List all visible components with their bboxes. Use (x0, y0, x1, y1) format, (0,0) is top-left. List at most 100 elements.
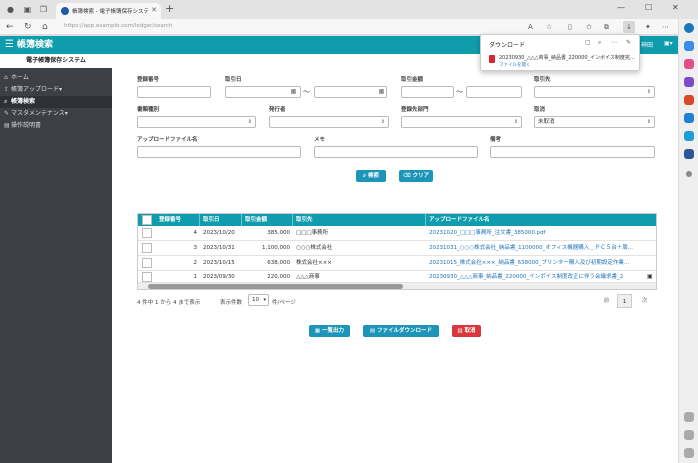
sidebar-item-master[interactable]: ✎ マスタメンテナンス▾ (0, 108, 112, 120)
row-checkbox[interactable] (142, 272, 152, 282)
open-file-link[interactable]: ファイルを開く (499, 62, 531, 68)
pin-icon[interactable]: ✎ (626, 39, 631, 46)
sidebar-layout-icon[interactable] (684, 412, 694, 422)
sidebar-item-label: ホーム (11, 74, 29, 81)
next-page-button[interactable]: 次 (637, 294, 652, 308)
close-window-icon[interactable]: ✕ (672, 2, 679, 14)
cancel-button[interactable]: ▥ 取消 (452, 325, 481, 337)
calendar-icon[interactable]: ▦ (377, 86, 386, 98)
cell-file-link[interactable]: 20231015_株式会社×××_納品書_638000_プリンター購入及び初期設… (429, 256, 655, 271)
home-nav-icon[interactable]: ⌂ (42, 21, 48, 33)
chevron-down-icon: ⇕ (247, 119, 252, 125)
cell-date: 2023/10/31 (203, 245, 235, 251)
clear-button[interactable]: ⌫ クリア (399, 170, 433, 182)
amount-range-separator: 〜 (456, 88, 463, 96)
search-side-icon[interactable] (684, 41, 694, 51)
list-output-button[interactable]: ▦ 一覧出力 (309, 325, 350, 337)
url-field[interactable]: https://app.example.com/ledger/search (64, 23, 173, 29)
table-row[interactable]: 4 2023/10/20 385,000 □□□事務所 20231020_□□□… (138, 226, 656, 241)
page-1-button[interactable]: 1 (617, 294, 632, 308)
user-menu-icon[interactable]: ▣▾ (664, 40, 673, 47)
download-filename[interactable]: 20230930_△△△商事_納品書_220000_インボイス制度完... (499, 54, 635, 61)
close-tab-icon[interactable]: ✕ (151, 6, 157, 14)
upload-file-input[interactable] (137, 146, 301, 158)
chevron-down-icon: ⇕ (646, 89, 651, 95)
search-icon[interactable]: ⌕ (598, 39, 601, 47)
column-partner[interactable]: 取引先 (293, 214, 426, 226)
sidebar-item-upload[interactable]: ⇪ 帳簿アップロード▾ (0, 84, 112, 96)
copy-icon[interactable]: ▣ (647, 271, 656, 283)
remarks-input[interactable] (490, 146, 655, 158)
word-icon[interactable] (684, 149, 694, 159)
column-txn-date[interactable]: 取引日 (200, 214, 242, 226)
partner-select[interactable]: ⇕ (534, 86, 655, 98)
sidebar-item-home[interactable]: ⌂ ホーム (0, 72, 112, 84)
prev-page-button[interactable]: 前 (599, 294, 614, 308)
office-icon[interactable] (684, 95, 694, 105)
doc-type-select[interactable]: ⇕ (137, 116, 256, 128)
folder-icon[interactable]: ▢ (585, 39, 591, 46)
sidebar-item-search[interactable]: ⌕ 帳簿検索 (0, 96, 112, 108)
shopping-icon[interactable] (684, 59, 694, 69)
settings-side-icon[interactable] (684, 448, 694, 458)
refresh-icon[interactable]: ↻ (24, 21, 32, 33)
reg-dept-select[interactable]: ⇕ (401, 116, 522, 128)
table-row[interactable]: 1 2023/09/30 220,000 △△△商事 20230930_△△△商… (138, 271, 656, 283)
column-reg-no[interactable]: 登録番号 (156, 214, 200, 226)
read-aloud-icon[interactable]: A (528, 22, 533, 32)
collections-icon[interactable]: ⧉ (604, 22, 609, 32)
favorites-icon[interactable]: ✩ (586, 22, 592, 32)
workspaces-icon[interactable]: ▣ (22, 4, 33, 15)
favorite-star-icon[interactable]: ☆ (546, 22, 552, 32)
select-all-checkbox[interactable] (142, 215, 152, 225)
reg-dept-label: 登録先部門 (401, 107, 429, 113)
cell-file-link[interactable]: 20230930_△△△商事_納品書_220000_インボイス制度改正に伴う会議… (429, 271, 644, 283)
cell-file-link[interactable]: 20231031_○○○株式会社_納品書_1100000_オフィス機器購入＿ＰＣ… (429, 241, 655, 256)
book-icon: ▤ (4, 122, 10, 129)
minimize-icon[interactable]: — (617, 2, 625, 14)
column-file-name[interactable]: アップロードファイル名 (426, 214, 656, 226)
txn-amount-to-input[interactable] (466, 86, 522, 98)
back-icon[interactable]: ← (6, 21, 14, 33)
tab-actions-icon[interactable]: ❐ (38, 4, 49, 15)
scrollbar-thumb[interactable] (148, 284, 403, 289)
hamburger-menu-icon[interactable]: ☰ (5, 38, 14, 51)
search-button[interactable]: ⌕ 検索 (356, 170, 386, 182)
reg-no-input[interactable] (137, 86, 211, 98)
more-menu-icon[interactable]: ⋯ (662, 22, 669, 32)
cell-file-link[interactable]: 20231020_□□□事務所_注文書_385000.pdf (429, 226, 655, 241)
drop-icon[interactable] (684, 131, 694, 141)
memo-input[interactable] (314, 146, 478, 158)
file-download-button[interactable]: ▤ ファイルダウンロード (363, 325, 439, 337)
cancel-status-select[interactable]: 未取消 ⇕ (534, 116, 655, 128)
more-icon[interactable]: ⋯ (611, 39, 617, 46)
column-amount[interactable]: 取引金額 (242, 214, 293, 226)
screenshot-icon[interactable] (684, 430, 694, 440)
issuer-select[interactable]: ⇕ (269, 116, 389, 128)
trash-icon: ▥ (457, 328, 465, 334)
row-checkbox[interactable] (142, 243, 152, 253)
downloads-icon[interactable]: ↓ (623, 21, 635, 33)
row-checkbox[interactable] (142, 228, 152, 238)
sidebar-item-manual[interactable]: ▤操作説明書 (0, 120, 112, 132)
tools-icon[interactable] (684, 77, 694, 87)
extensions-icon[interactable]: ✦ (645, 22, 651, 32)
table-row[interactable]: 2 2023/10/15 638,000 株式会社××× 20231015_株式… (138, 256, 656, 271)
table-row[interactable]: 3 2023/10/31 1,100,000 ○○○株式会社 20231031_… (138, 241, 656, 256)
calendar-icon[interactable]: ▦ (289, 86, 298, 98)
txn-amount-label: 取引金額 (401, 77, 424, 83)
remarks-label: 備考 (490, 137, 502, 143)
row-checkbox[interactable] (142, 258, 152, 268)
per-page-select[interactable]: 10 ▾ (248, 294, 269, 306)
new-tab-icon[interactable]: + (165, 3, 174, 15)
txn-amount-from-input[interactable] (401, 86, 454, 98)
browser-tab-active[interactable]: 帳簿検索 - 電子帳簿保存システム ✕ (56, 3, 161, 19)
profile-icon[interactable]: ● (5, 4, 16, 15)
user-name[interactable]: 神田 (641, 40, 653, 49)
split-screen-icon[interactable]: ▯ (568, 22, 572, 32)
table-horizontal-scrollbar[interactable] (138, 283, 656, 289)
add-icon[interactable] (686, 171, 692, 177)
copilot-icon[interactable] (684, 23, 694, 33)
outlook-icon[interactable] (684, 113, 694, 123)
maximize-icon[interactable]: ☐ (645, 2, 652, 14)
